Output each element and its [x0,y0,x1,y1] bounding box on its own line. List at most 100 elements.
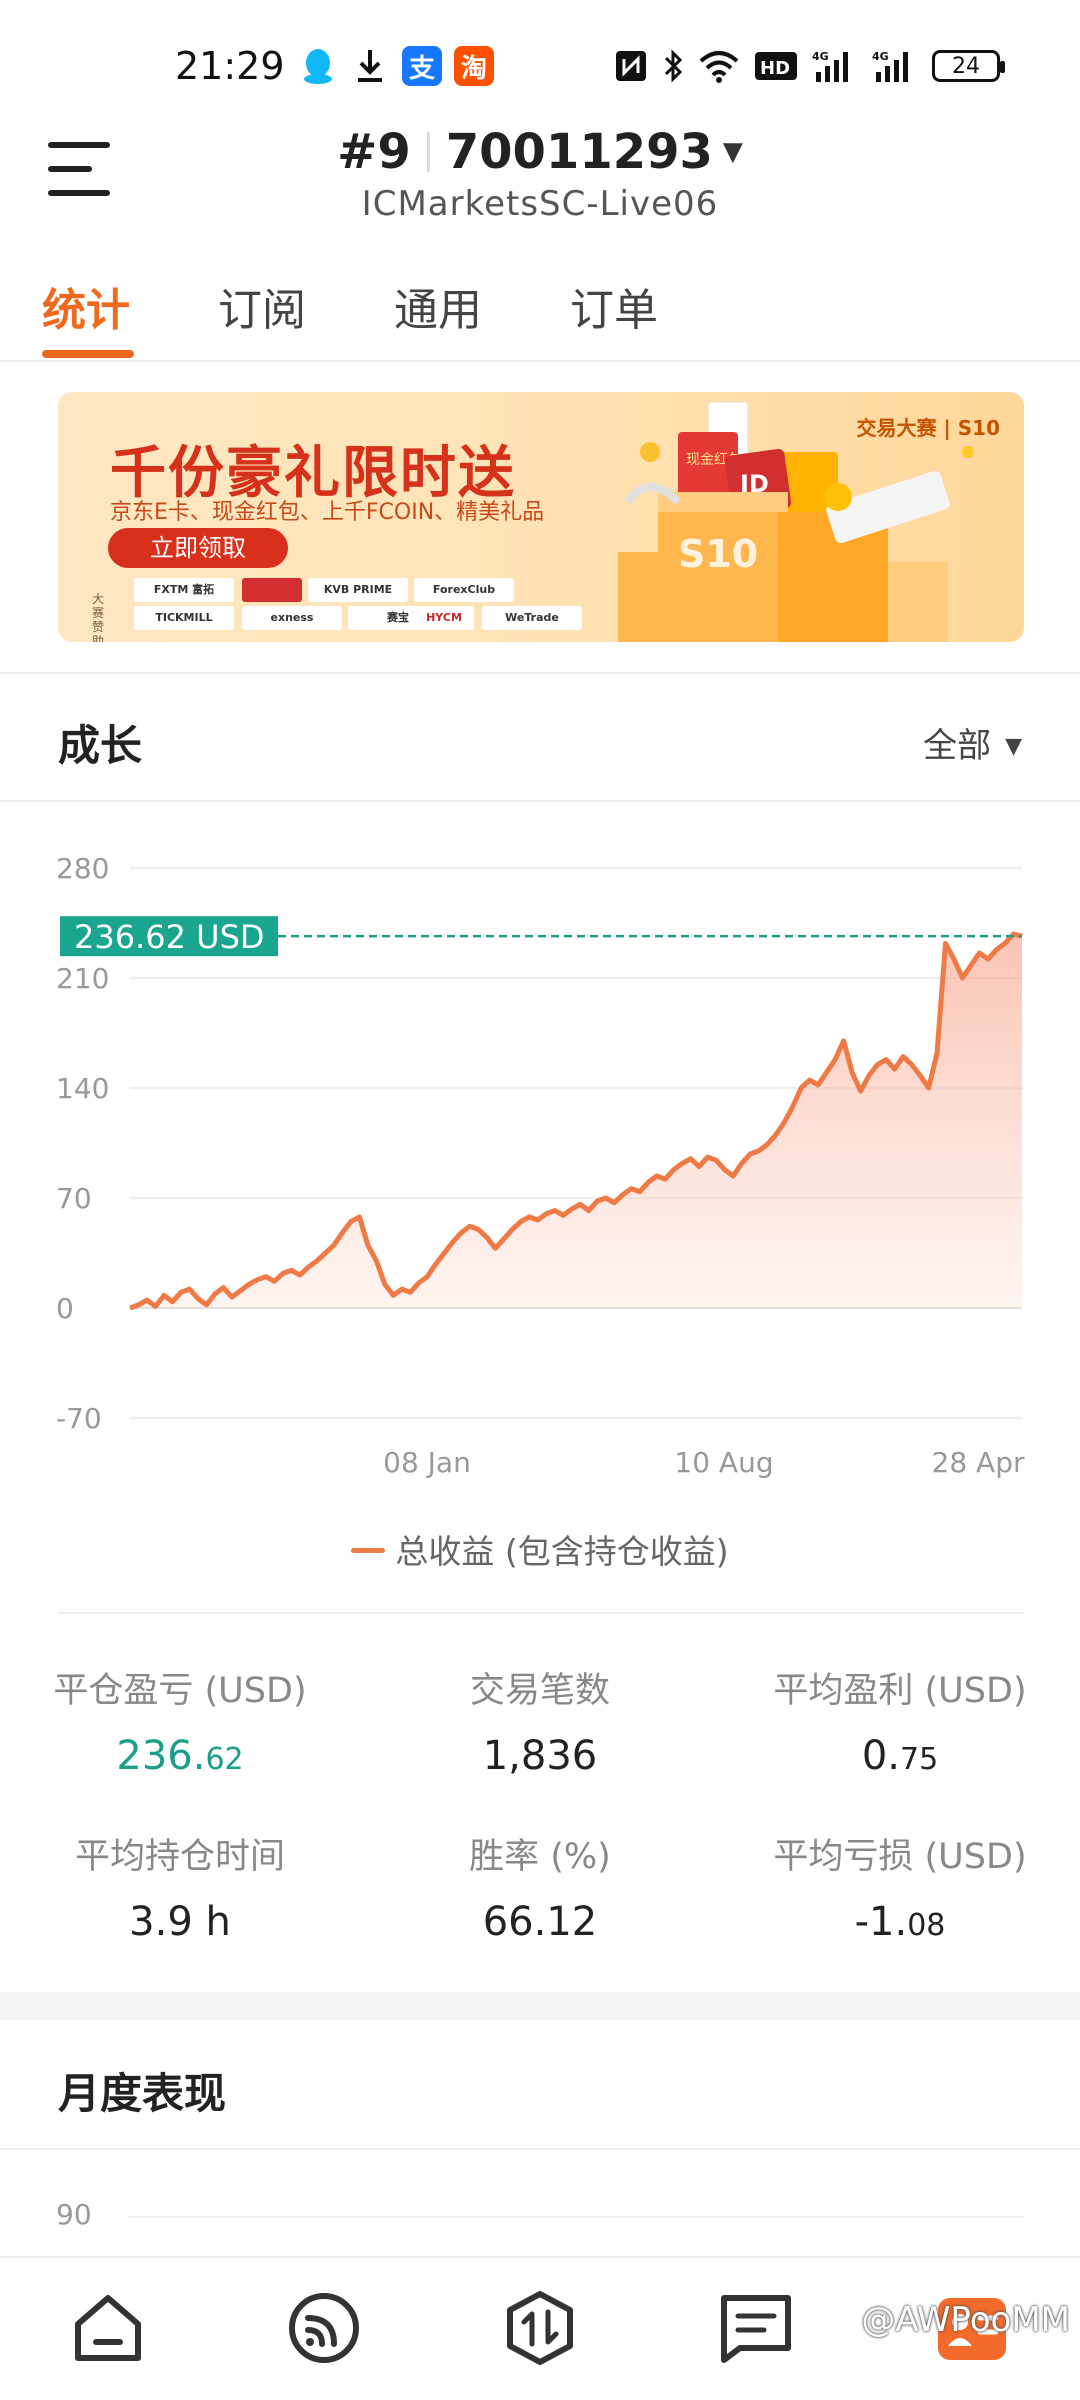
account-number: 70011293 [445,124,713,180]
stat-value-int: 66.12 [482,1899,598,1945]
divider [58,1612,1024,1614]
chart-legend: 总收益 (包含持仓收益) [0,1525,1080,1573]
watermark: @AWPooMM [861,2300,1070,2340]
y-tick-label: 70 [56,1182,92,1215]
growth-chart[interactable]: 280 210 140 70 0 -70 08 Jan 10 Aug 28 Apr 236.6… [0,820,1080,1500]
stat-value: 3.9 h [0,1899,360,1945]
signal-icon[interactable] [284,2288,364,2368]
chevron-down-icon: ▼ [1005,734,1022,759]
tab-orders[interactable]: 订单 [570,274,658,338]
stat-value: -1.08 [720,1899,1080,1945]
stat-avg-profit: 平均盈利 (USD) 0.75 [720,1662,1080,1779]
account-index: #9 [337,124,411,180]
tab-general[interactable]: 通用 [394,274,482,338]
sponsor-logo: ForexClub [414,578,514,602]
bluetooth-icon [664,49,683,83]
clock: 21:29 [175,44,285,88]
top-bar: #9 70011293 ▼ ICMarketsSC-Live06 [0,120,1080,250]
taobao-icon: 淘 [454,46,494,86]
chevron-down-icon: ▼ [722,137,743,167]
account-selector[interactable]: #9 70011293 ▼ [0,124,1080,180]
growth-title: 成长 [58,721,143,770]
y-tick-label: 140 [56,1072,109,1105]
monthly-y-tick: 90 [56,2198,92,2231]
y-tick-label: -70 [56,1402,102,1435]
svg-text:4G: 4G [812,50,829,63]
growth-area [130,934,1022,1308]
legend-swatch [351,1548,386,1553]
sponsor-logo: WeTrade [482,606,582,630]
nfc-icon [616,51,646,81]
claim-button[interactable]: 立即领取 [108,528,288,568]
stat-label: 平均盈利 (USD) [773,1671,1027,1711]
section-gap [0,1992,1080,2020]
stat-label: 交易笔数 [469,1671,610,1711]
svg-text:4G: 4G [872,50,889,63]
home-icon[interactable] [68,2288,148,2368]
sponsor-logo: FXTM 富拓 [134,578,234,602]
y-tick-label: 210 [56,962,109,995]
banner-subtitle: 京东E卡、现金红包、上千FCOIN、精美礼品 [110,500,545,525]
separator [426,132,430,172]
stat-value-dec: 75 [899,1742,939,1777]
stat-label: 平均亏损 (USD) [773,1837,1027,1877]
growth-chart-svg: 280 210 140 70 0 -70 08 Jan 10 Aug 28 Apr 236.6… [56,852,1025,1479]
sponsor-logo [242,578,302,602]
hd-icon: HD [755,52,797,80]
download-icon [350,46,390,86]
x-tick-label: 10 Aug [674,1446,773,1479]
range-dropdown[interactable]: 全部 ▼ [923,718,1022,767]
battery-level: 24 [952,53,980,79]
tab-bar: 统计 订阅 通用 订单 [0,262,1080,362]
divider [0,800,1080,802]
range-value: 全部 [923,726,992,766]
stat-closed-pnl: 平仓盈亏 (USD) 236.62 [0,1662,360,1779]
stat-value-int: 3.9 h [129,1899,231,1945]
legend-label: 总收益 (包含持仓收益) [395,1532,729,1571]
active-tab-indicator [42,350,134,358]
y-tick-label: 0 [56,1292,74,1325]
qq-icon [298,46,338,86]
stat-value-dec: 08 [907,1908,946,1943]
4g-signal-icon: 4G [872,50,908,82]
battery-icon: 24 [932,50,1005,82]
stat-label: 平均持仓时间 [74,1837,285,1877]
stat-label: 平仓盈亏 (USD) [53,1671,307,1711]
stat-value: 0.75 [720,1733,1080,1779]
divider [0,2148,1080,2150]
x-tick-label: 28 Apr [932,1446,1025,1479]
stat-value-int: 236. [116,1733,206,1779]
stat-value-int: -1. [854,1899,908,1945]
monthly-title: 月度表现 [58,2069,227,2118]
stat-win-rate: 胜率 (%) 66.12 [360,1828,720,1945]
stat-value-dec: 62 [205,1742,244,1777]
status-bar: 21:29 支 淘 HD 4G 4G 24 [0,0,1080,120]
server-name: ICMarketsSC-Live06 [361,184,719,224]
sponsor-label: 大赛赞助 [92,592,105,642]
divider [0,672,1080,674]
news-icon[interactable] [716,2288,796,2368]
promo-banner[interactable]: 千份豪礼限时送 京东E卡、现金红包、上千FCOIN、精美礼品 立即领取 大赛赞助… [58,392,1024,642]
x-tick-label: 08 Jan [383,1446,471,1479]
stat-value-int: 0. [861,1733,900,1779]
sponsor-logo: TICKMILL [134,606,234,630]
wifi-icon [699,51,739,83]
stat-label: 胜率 (%) [469,1837,611,1877]
status-indicators: HD 4G 4G 24 [614,48,1005,84]
sponsor-logo: KVB PRIME [308,578,408,602]
current-value-label: 236.62 USD [74,918,265,956]
sponsor-logo: exness [242,606,342,630]
4g-signal-icon: 4G [812,50,848,82]
gridline [128,2216,1024,2218]
stat-trade-count: 交易笔数 1,836 [360,1662,720,1779]
y-tick-label: 280 [56,852,109,885]
svg-text:HD: HD [760,58,790,79]
gift-illustration: 现金红包 JD S10 [618,401,974,642]
trade-icon[interactable] [500,2288,580,2368]
stat-value: 66.12 [360,1899,720,1945]
stat-avg-hold-time: 平均持仓时间 3.9 h [0,1828,360,1945]
tab-subscribe[interactable]: 订阅 [218,274,306,338]
stat-value-int: 1,836 [482,1733,598,1779]
stat-value: 236.62 [0,1733,360,1779]
tab-statistics[interactable]: 统计 [42,274,130,338]
